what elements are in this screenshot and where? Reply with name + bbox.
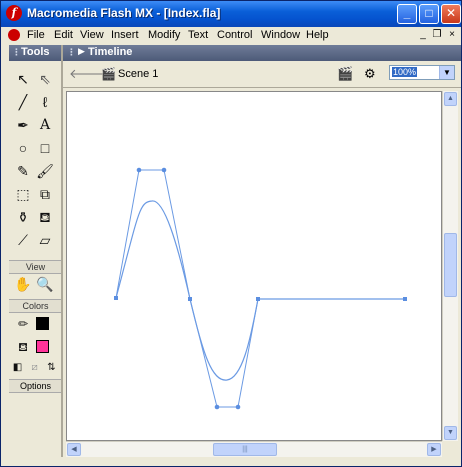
- tools-panel-header[interactable]: ⋮ Tools: [9, 45, 62, 61]
- tangent-handle[interactable]: [161, 167, 167, 173]
- menu-help[interactable]: Help: [306, 29, 329, 41]
- doc-restore-button[interactable]: ❐: [431, 29, 443, 41]
- zoom-select[interactable]: 100% ▼: [389, 65, 455, 80]
- scroll-left-icon[interactable]: ◀: [67, 443, 81, 456]
- eraser-tool-icon[interactable]: ▱: [34, 230, 56, 250]
- view-section-label: View: [9, 260, 62, 274]
- tools-panel: ⋮ Tools ↖ ⇖ ╱ ℓ ✒ A ○ □ ✎ 🖌 ⬚ ⧉ ⚱ ⛾ ⟋ ▱ …: [9, 45, 62, 457]
- scroll-up-icon[interactable]: ▲: [444, 92, 457, 106]
- tools-panel-title: Tools: [21, 46, 50, 58]
- anchor-point[interactable]: [188, 297, 192, 301]
- grip-icon[interactable]: ⋮: [12, 47, 21, 58]
- menu-view[interactable]: View: [80, 29, 104, 41]
- hand-tool-icon[interactable]: ✋: [12, 274, 34, 294]
- scroll-down-icon[interactable]: ▼: [444, 426, 457, 440]
- sine-wave-path[interactable]: [115, 200, 405, 381]
- menu-edit[interactable]: Edit: [54, 29, 73, 41]
- subselect-tool-icon[interactable]: ⇖: [34, 69, 56, 89]
- close-button[interactable]: ✕: [441, 4, 461, 24]
- menu-bar: File Edit View Insert Modify Text Contro…: [1, 27, 461, 44]
- grip-icon[interactable]: ⋮: [67, 47, 76, 58]
- arrow-tool-icon[interactable]: ↖: [12, 69, 34, 89]
- title-bar[interactable]: f Macromedia Flash MX - [Index.fla] _ □ …: [1, 1, 461, 28]
- window-title: Macromedia Flash MX - [Index.fla]: [27, 6, 221, 20]
- menu-modify[interactable]: Modify: [148, 29, 180, 41]
- line-tool-icon[interactable]: ╱: [12, 92, 34, 112]
- vertical-scroll-thumb[interactable]: [444, 233, 457, 297]
- back-arrow-icon[interactable]: 🡐: [69, 66, 104, 82]
- anchor-point[interactable]: [403, 297, 407, 301]
- pencil-tool-icon[interactable]: ✎: [12, 161, 34, 181]
- menu-file[interactable]: File: [27, 29, 45, 41]
- brush-tool-icon[interactable]: 🖌: [34, 161, 56, 181]
- no-color-icon[interactable]: ⧄: [26, 358, 43, 378]
- tangent-handle[interactable]: [235, 404, 241, 410]
- flash-window: f Macromedia Flash MX - [Index.fla] _ □ …: [0, 0, 462, 467]
- rectangle-tool-icon[interactable]: □: [34, 138, 56, 158]
- lasso-tool-icon[interactable]: ℓ: [34, 92, 56, 112]
- black-white-icon[interactable]: ◧: [9, 358, 26, 378]
- timeline-title: Timeline: [88, 46, 133, 58]
- tangent-handle[interactable]: [136, 167, 142, 173]
- scene-label[interactable]: Scene 1: [118, 68, 158, 80]
- colors-section-label: Colors: [9, 299, 62, 313]
- doc-minimize-button[interactable]: _: [417, 29, 429, 41]
- edit-scene-icon[interactable]: 🎬: [337, 66, 353, 82]
- swap-colors-icon[interactable]: ⇅: [43, 358, 60, 378]
- oval-tool-icon[interactable]: ○: [12, 138, 34, 158]
- menu-insert[interactable]: Insert: [111, 29, 139, 41]
- edit-symbol-icon[interactable]: ⚙: [364, 66, 376, 82]
- tangent-handle[interactable]: [214, 404, 220, 410]
- scroll-right-icon[interactable]: ▶: [427, 443, 441, 456]
- minimize-button[interactable]: _: [397, 4, 417, 24]
- menu-control[interactable]: Control: [217, 29, 252, 41]
- horizontal-scroll-thumb[interactable]: |||: [213, 443, 277, 456]
- chevron-down-icon[interactable]: ▼: [439, 66, 454, 79]
- zoom-value: 100%: [392, 67, 418, 77]
- ink-bottle-tool-icon[interactable]: ⚱: [12, 207, 34, 227]
- options-section-label: Options: [9, 379, 62, 393]
- menu-window[interactable]: Window: [261, 29, 300, 41]
- expand-arrow-icon[interactable]: ▶: [78, 46, 85, 57]
- vertical-scrollbar[interactable]: ▲ ▼: [442, 91, 458, 441]
- anchor-point[interactable]: [256, 297, 260, 301]
- stroke-color-icon: ✏: [17, 317, 29, 331]
- anchor-point[interactable]: [114, 296, 118, 300]
- maximize-button[interactable]: □: [419, 4, 439, 24]
- scroll-corner: [442, 441, 458, 457]
- pen-tool-icon[interactable]: ✒: [12, 115, 34, 135]
- stage-canvas[interactable]: [66, 91, 442, 441]
- scene-icon: 🎬: [101, 67, 116, 81]
- edit-bar: 🡐 🎬 Scene 1 🎬 ⚙ 100% ▼: [63, 61, 461, 88]
- stroke-color-swatch[interactable]: [36, 317, 49, 330]
- document-icon[interactable]: [8, 29, 20, 41]
- eyedropper-tool-icon[interactable]: ⟋: [12, 230, 34, 250]
- horizontal-scrollbar[interactable]: ◀ ||| ▶: [66, 441, 442, 457]
- menu-text[interactable]: Text: [188, 29, 208, 41]
- timeline-panel-header[interactable]: ⋮ ▶ Timeline: [63, 45, 461, 61]
- paint-bucket-tool-icon[interactable]: ⛾: [34, 207, 56, 227]
- flash-app-icon[interactable]: f: [6, 5, 22, 21]
- doc-close-button[interactable]: ×: [446, 29, 458, 41]
- free-transform-tool-icon[interactable]: ⬚: [12, 184, 34, 204]
- fill-color-swatch[interactable]: [36, 340, 49, 353]
- fill-transform-tool-icon[interactable]: ⧉: [34, 184, 56, 204]
- fill-color-icon: ⛾: [18, 340, 28, 354]
- text-tool-icon[interactable]: A: [34, 115, 56, 135]
- zoom-tool-icon[interactable]: 🔍: [34, 274, 56, 294]
- stage-drawing[interactable]: [67, 92, 441, 440]
